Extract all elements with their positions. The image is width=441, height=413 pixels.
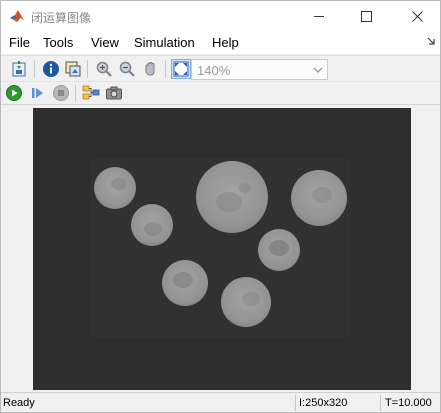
minimize-icon — [313, 15, 324, 17]
maximize-icon — [360, 10, 372, 22]
stop-icon — [53, 85, 69, 101]
toolbar-separator — [75, 85, 76, 102]
chevron-down-icon — [313, 67, 323, 73]
close-icon — [411, 10, 423, 22]
fit-to-view-icon — [173, 61, 189, 77]
dock-arrow-icon[interactable] — [425, 36, 437, 48]
viewer-window: 闭运算图像 File Tools View Simulation Help 14… — [0, 0, 441, 413]
export-image-icon — [65, 61, 81, 77]
image-viewport[interactable] — [1, 106, 440, 390]
main-toolbar: 140% — [1, 55, 440, 81]
zoom-out-icon — [119, 61, 135, 77]
status-separator — [295, 395, 296, 411]
insert-data-button[interactable] — [9, 59, 29, 79]
status-ready: Ready — [3, 397, 35, 409]
zoom-out-button[interactable] — [117, 59, 137, 79]
status-separator — [380, 395, 381, 411]
fit-to-view-button[interactable] — [171, 59, 191, 79]
snapshot-button[interactable] — [104, 83, 124, 103]
menu-tools[interactable]: Tools — [43, 35, 73, 50]
pan-button[interactable] — [141, 59, 161, 79]
menu-bar: File Tools View Simulation Help — [1, 31, 440, 54]
coin-image-display — [33, 108, 411, 390]
zoom-in-icon — [96, 61, 112, 77]
snapshot-icon — [106, 86, 122, 100]
minimize-button[interactable] — [296, 1, 342, 31]
toolbar-separator — [87, 60, 88, 78]
status-image-size: I:250x320 — [299, 397, 348, 409]
status-bar: Ready I:250x320 T=10.000 — [1, 392, 440, 412]
title-bar: 闭运算图像 — [1, 1, 440, 31]
info-button[interactable] — [41, 59, 61, 79]
configure-blocks-button[interactable] — [81, 83, 101, 103]
matlab-logo-icon — [10, 10, 24, 22]
menu-view[interactable]: View — [91, 35, 119, 50]
step-forward-button[interactable] — [28, 83, 48, 103]
pan-hand-icon — [145, 61, 155, 76]
insert-data-icon — [12, 61, 26, 77]
menu-simulation[interactable]: Simulation — [134, 35, 195, 50]
status-time: T=10.000 — [385, 397, 432, 409]
closed-image[interactable] — [33, 108, 411, 390]
zoom-value: 140% — [197, 63, 231, 78]
menu-help[interactable]: Help — [212, 35, 239, 50]
info-icon — [43, 61, 59, 77]
window-title: 闭运算图像 — [31, 11, 92, 25]
maximize-button[interactable] — [343, 1, 389, 31]
step-forward-icon — [32, 88, 43, 98]
toolbar-separator — [34, 60, 35, 78]
zoom-dropdown[interactable]: 140% — [191, 59, 328, 80]
stop-button[interactable] — [51, 83, 71, 103]
menu-file[interactable]: File — [9, 35, 30, 50]
simulation-toolbar — [1, 81, 440, 105]
export-image-button[interactable] — [63, 59, 83, 79]
toolbar-separator — [165, 60, 166, 78]
configure-blocks-icon — [82, 85, 100, 100]
close-button[interactable] — [394, 1, 440, 31]
run-icon — [6, 85, 22, 101]
zoom-in-button[interactable] — [94, 59, 114, 79]
run-button[interactable] — [4, 83, 24, 103]
